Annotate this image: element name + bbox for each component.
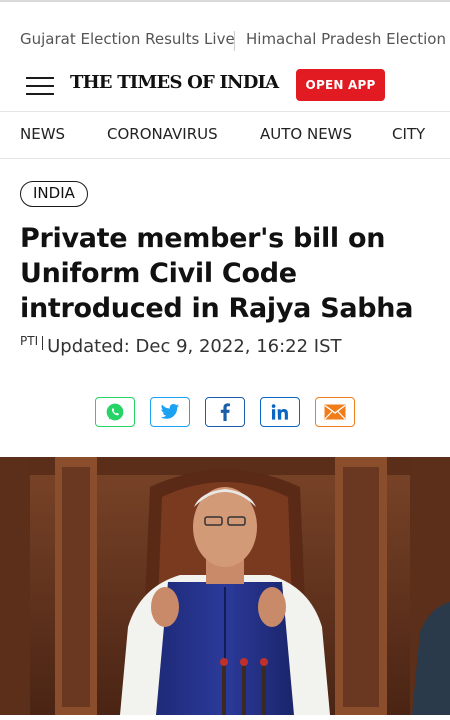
nav-divider <box>0 158 450 159</box>
open-app-button[interactable]: OPEN APP <box>296 69 385 101</box>
twitter-icon <box>160 403 180 421</box>
section-nav: NEWS CORONAVIRUS AUTO NEWS CITY <box>0 112 450 158</box>
category-tag[interactable]: INDIA <box>20 181 88 207</box>
article-source: PTI <box>20 334 39 348</box>
site-logo[interactable]: THE TIMES OF INDIA <box>70 72 279 93</box>
trending-link-himachal[interactable]: Himachal Pradesh Election R <box>246 30 450 48</box>
article-byline: PTI Updated: Dec 9, 2022, 16:22 IST <box>20 334 342 357</box>
trending-topics-bar: Gujarat Election Results Live Himachal P… <box>0 22 450 58</box>
nav-item-coronavirus[interactable]: CORONAVIRUS <box>107 125 218 143</box>
whatsapp-icon <box>105 402 125 422</box>
byline-separator <box>42 336 44 350</box>
trending-separator <box>234 31 235 51</box>
hamburger-menu-icon[interactable] <box>26 76 54 96</box>
article-photo[interactable] <box>0 457 450 715</box>
share-facebook-button[interactable] <box>205 397 245 427</box>
bottom-strip <box>0 715 450 720</box>
share-twitter-button[interactable] <box>150 397 190 427</box>
share-email-button[interactable] <box>315 397 355 427</box>
linkedin-icon <box>271 404 289 420</box>
article-updated-time: Updated: Dec 9, 2022, 16:22 IST <box>47 336 342 357</box>
email-icon <box>324 404 346 420</box>
nav-item-news[interactable]: NEWS <box>20 125 65 143</box>
masthead: THE TIMES OF INDIA OPEN APP <box>0 60 450 110</box>
nav-item-auto-news[interactable]: AUTO NEWS <box>260 125 352 143</box>
article-photo-illustration <box>0 457 450 715</box>
share-linkedin-button[interactable] <box>260 397 300 427</box>
top-border <box>0 0 450 2</box>
article-headline: Private member's bill on Uniform Civil C… <box>20 223 414 324</box>
nav-item-city[interactable]: CITY <box>392 125 425 143</box>
share-whatsapp-button[interactable] <box>95 397 135 427</box>
trending-link-gujarat[interactable]: Gujarat Election Results Live <box>20 30 235 48</box>
facebook-icon <box>219 403 231 421</box>
